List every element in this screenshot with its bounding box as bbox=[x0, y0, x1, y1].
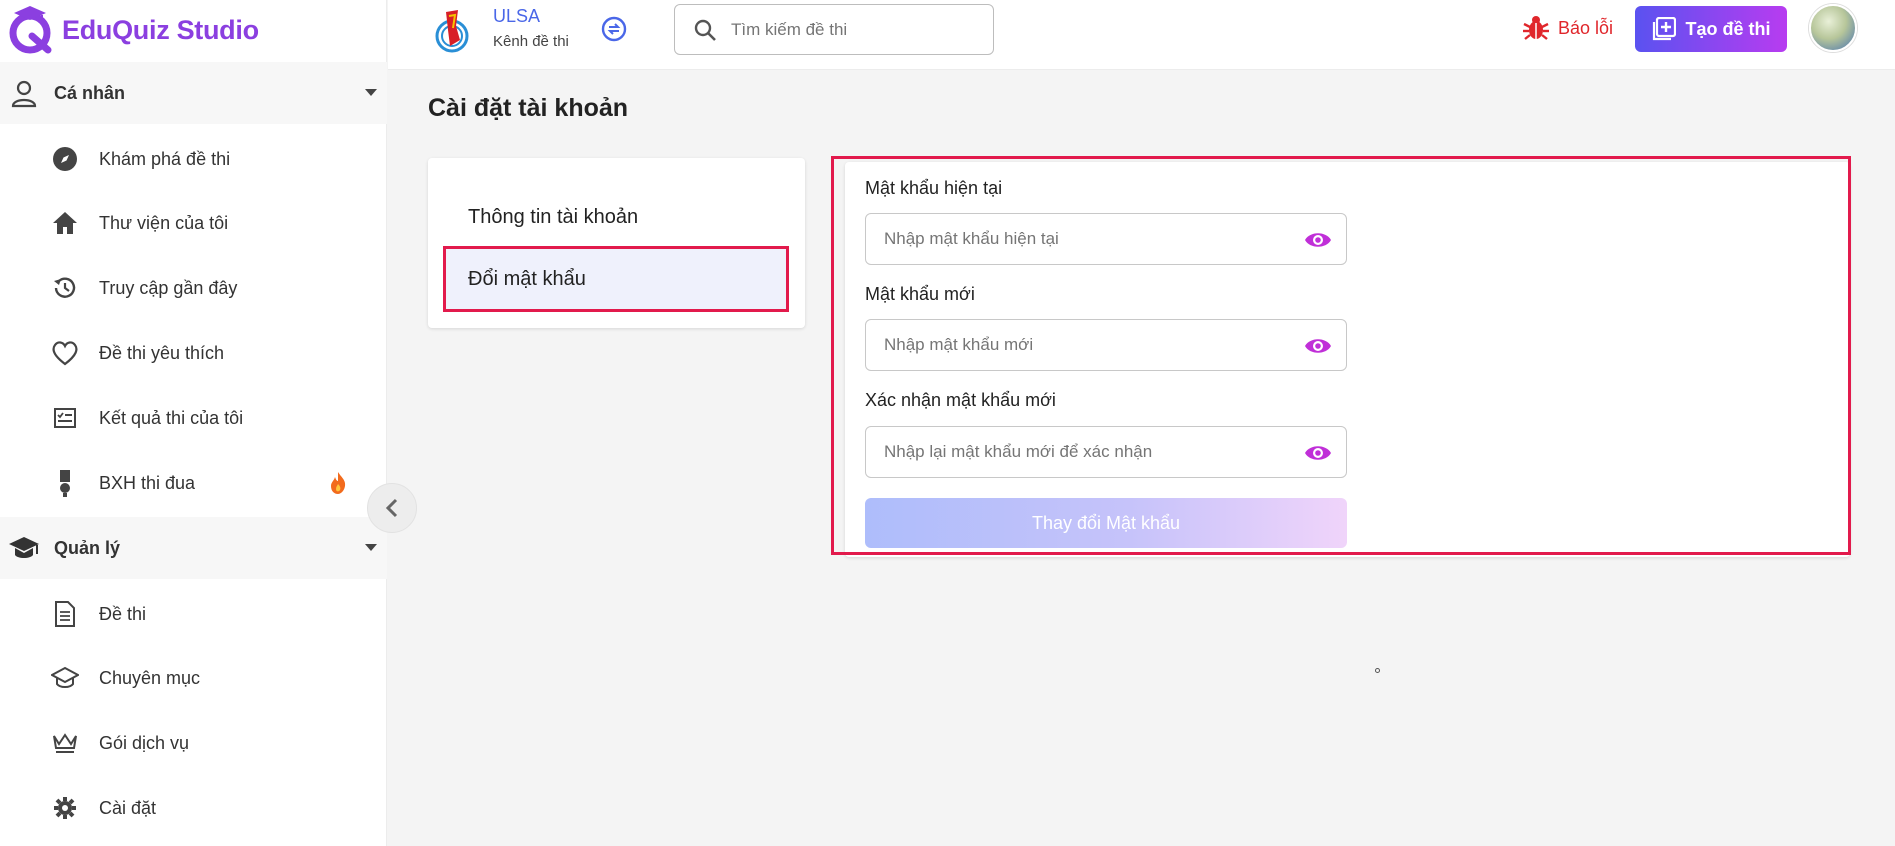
org-subtitle: Kênh đề thi bbox=[493, 33, 569, 50]
chevron-down-icon bbox=[365, 89, 377, 96]
report-bug-button[interactable]: Báo lỗi bbox=[1522, 14, 1613, 42]
sidebar: EduQuiz Studio Cá nhân Khám phá đề thi T… bbox=[0, 0, 387, 846]
sidebar-item-label: Đề thi bbox=[99, 603, 147, 624]
collapse-sidebar-button[interactable] bbox=[367, 483, 417, 533]
sidebar-item-categories[interactable]: Chuyên mục bbox=[0, 647, 387, 709]
sidebar-item-label: Đề thi yêu thích bbox=[99, 342, 225, 363]
org-logo-icon[interactable] bbox=[432, 6, 472, 54]
app-name: EduQuiz Studio bbox=[62, 14, 259, 45]
compass-icon bbox=[50, 144, 80, 174]
new-password-input[interactable] bbox=[884, 335, 1284, 355]
sidebar-item-label: Khám phá đề thi bbox=[99, 148, 231, 169]
crown-icon bbox=[50, 728, 80, 758]
fire-icon bbox=[331, 472, 346, 494]
top-header: ULSA Kênh đề thi Báo lỗi Tạo đề thi bbox=[388, 0, 1895, 70]
chevron-down-icon bbox=[365, 544, 377, 551]
change-password-button[interactable]: Thay đổi Mật khẩu bbox=[865, 498, 1347, 548]
switch-channel-icon[interactable] bbox=[600, 15, 628, 43]
create-exam-label: Tạo đề thi bbox=[1685, 18, 1771, 39]
current-password-label: Mật khẩu hiện tại bbox=[865, 178, 1003, 198]
sidebar-item-label: Kết quả thi của tôi bbox=[99, 407, 244, 428]
graduation-cap-icon bbox=[2, 526, 46, 570]
school-icon bbox=[50, 663, 80, 693]
sidebar-item-label: Thư viện của tôi bbox=[99, 212, 229, 233]
logo-icon bbox=[9, 6, 52, 54]
search-input[interactable] bbox=[731, 19, 971, 40]
section-personal-label: Cá nhân bbox=[54, 82, 126, 103]
section-personal[interactable]: Cá nhân bbox=[0, 62, 387, 124]
new-password-label: Mật khẩu mới bbox=[865, 284, 975, 304]
sidebar-item-results[interactable]: Kết quả thi của tôi bbox=[0, 387, 387, 449]
tab-change-password[interactable]: Đổi mật khẩu bbox=[443, 246, 789, 312]
sidebar-item-label: Gói dịch vụ bbox=[99, 732, 190, 753]
page-title: Cài đặt tài khoản bbox=[428, 94, 629, 122]
sidebar-item-exams[interactable]: Đề thi bbox=[0, 583, 387, 645]
sidebar-item-favorites[interactable]: Đề thi yêu thích bbox=[0, 322, 387, 384]
sidebar-item-settings[interactable]: Cài đặt bbox=[0, 777, 387, 839]
stray-dot bbox=[1375, 668, 1380, 673]
current-password-field[interactable] bbox=[865, 213, 1347, 265]
sidebar-item-plans[interactable]: Gói dịch vụ bbox=[0, 712, 387, 774]
gear-icon bbox=[50, 793, 80, 823]
create-exam-button[interactable]: Tạo đề thi bbox=[1635, 6, 1787, 52]
eye-icon[interactable] bbox=[1304, 227, 1332, 253]
settings-menu: Thông tin tài khoản Đổi mật khẩu bbox=[428, 158, 805, 328]
history-icon bbox=[50, 273, 80, 303]
sidebar-item-explore[interactable]: Khám phá đề thi bbox=[0, 128, 387, 190]
sidebar-item-label: Truy cập gần đây bbox=[99, 277, 238, 298]
current-password-input[interactable] bbox=[884, 229, 1284, 249]
home-icon bbox=[50, 208, 80, 238]
tab-change-password-label: Đổi mật khẩu bbox=[468, 267, 586, 290]
eye-icon[interactable] bbox=[1304, 440, 1332, 466]
search-box[interactable] bbox=[674, 4, 994, 55]
heart-icon bbox=[50, 338, 80, 368]
sidebar-item-label: BXH thi đua bbox=[99, 472, 196, 493]
app-logo[interactable]: EduQuiz Studio bbox=[4, 0, 259, 60]
search-icon bbox=[694, 19, 716, 41]
sidebar-item-label: Chuyên mục bbox=[99, 667, 201, 688]
confirm-password-input[interactable] bbox=[884, 442, 1284, 462]
sidebar-item-recent[interactable]: Truy cập gần đây bbox=[0, 257, 387, 319]
confirm-password-label: Xác nhận mật khẩu mới bbox=[865, 390, 1056, 410]
document-icon bbox=[50, 599, 80, 629]
sidebar-item-label: Cài đặt bbox=[99, 797, 157, 818]
sidebar-item-leaderboard[interactable]: BXH thi đua bbox=[0, 452, 387, 514]
confirm-password-field[interactable] bbox=[865, 426, 1347, 478]
eye-icon[interactable] bbox=[1304, 333, 1332, 359]
medal-icon bbox=[50, 468, 80, 498]
org-name[interactable]: ULSA bbox=[493, 6, 540, 27]
bug-icon bbox=[1523, 16, 1549, 40]
section-manage[interactable]: Quản lý bbox=[0, 517, 387, 579]
tab-account-info[interactable]: Thông tin tài khoản bbox=[468, 206, 638, 229]
checklist-icon bbox=[50, 403, 80, 433]
avatar[interactable] bbox=[1809, 4, 1857, 52]
new-password-field[interactable] bbox=[865, 319, 1347, 371]
report-label: Báo lỗi bbox=[1558, 17, 1614, 38]
section-manage-label: Quản lý bbox=[54, 537, 121, 558]
user-icon bbox=[2, 71, 46, 115]
sidebar-item-library[interactable]: Thư viện của tôi bbox=[0, 192, 387, 254]
add-square-icon bbox=[1652, 17, 1676, 41]
chevron-left-icon bbox=[385, 498, 398, 518]
